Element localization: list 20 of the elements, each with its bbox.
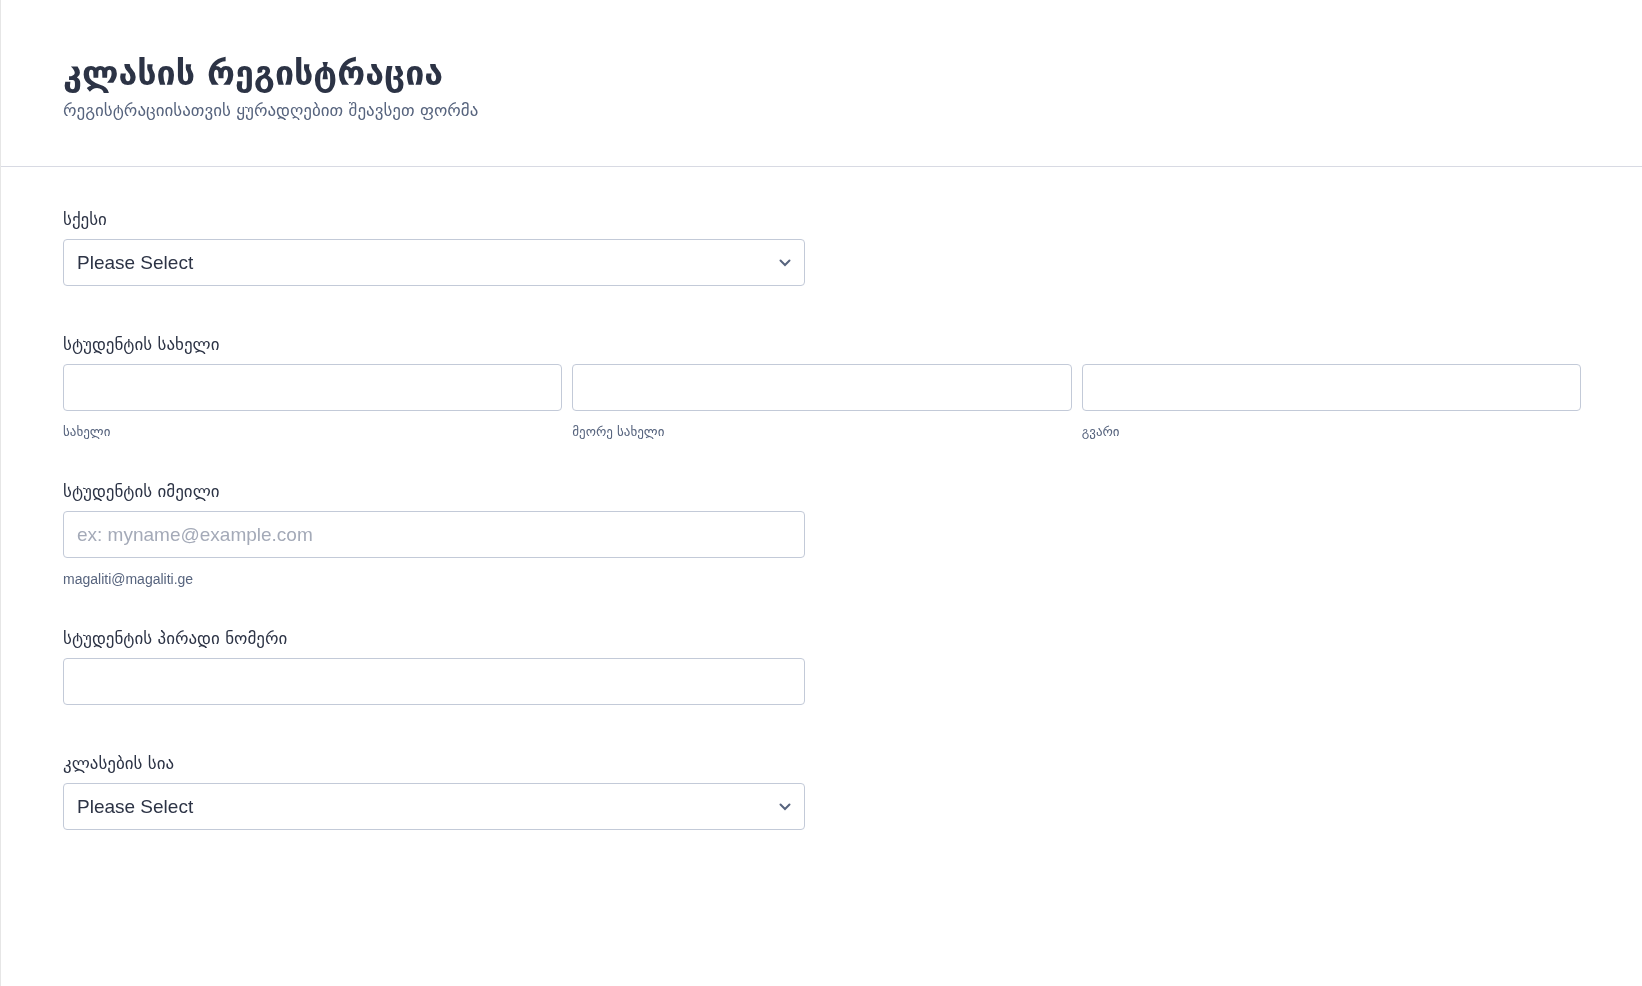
field-sublabel: სახელი — [63, 423, 112, 441]
field-sublabel: გვარი — [1081, 423, 1121, 441]
form-title: კლასის რეგისტრაცია — [63, 52, 445, 95]
form-subtitle: რეგისტრაციისათვის ყურადღებით შეავსეთ ფორმა — [63, 99, 480, 122]
field-sublabel: magaliti@magaliti.ge — [63, 570, 195, 588]
field-sublabel: მეორე სახელი — [572, 423, 666, 441]
field-label: სტუდენტის პირადი ნომერი — [63, 627, 289, 650]
select-dropdown[interactable]: Please Select — [63, 239, 805, 286]
field-label: კლასების სია — [63, 752, 176, 775]
chevron-down-icon — [779, 258, 791, 267]
field-label: სტუდენტის სახელი — [63, 333, 221, 356]
text-input[interactable] — [63, 658, 805, 705]
text-input[interactable] — [572, 364, 1072, 411]
field-label: სტუდენტის იმეილი — [63, 480, 221, 503]
text-input[interactable] — [63, 364, 563, 411]
field-label: სქესი — [63, 208, 108, 231]
email-input[interactable]: ex: myname@example.com — [63, 511, 805, 558]
select-dropdown[interactable]: Please Select — [63, 783, 805, 830]
chevron-down-icon — [779, 802, 791, 811]
text-input[interactable] — [1081, 364, 1581, 411]
